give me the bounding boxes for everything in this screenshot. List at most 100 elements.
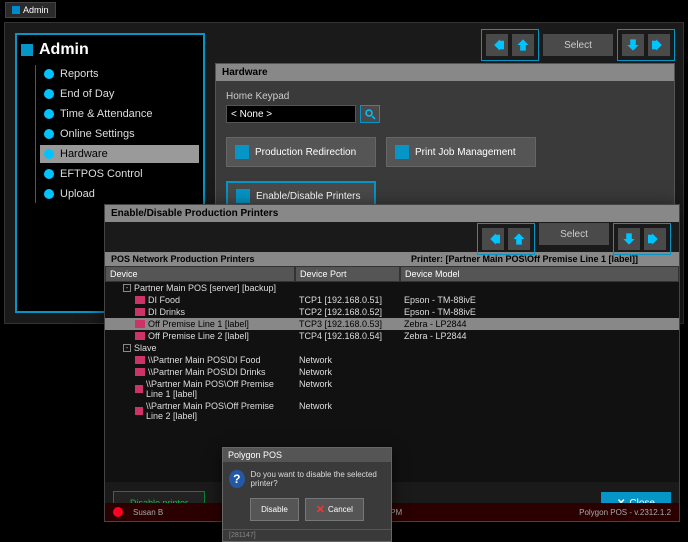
table-row[interactable]: \\Partner Main POS\Off Premise Line 1 [l… (105, 378, 679, 400)
sidebar-item-label: Reports (60, 68, 99, 80)
sidebar-item-label: Upload (60, 188, 95, 200)
expand-icon[interactable]: - (123, 344, 131, 352)
sidebar-item-reports[interactable]: Reports (40, 65, 199, 83)
grid-header: Device Device Port Device Model (105, 266, 679, 282)
nav-prev-button[interactable] (486, 34, 508, 56)
table-row[interactable]: -Partner Main POS [server] [backup] (105, 282, 679, 294)
confirm-text: Do you want to disable the selected prin… (251, 470, 385, 488)
home-keypad-label: Home Keypad (226, 91, 664, 102)
device-port: TCP3 [192.168.0.53] (295, 318, 400, 330)
status-version: Polygon POS - v.2312.1.2 (579, 508, 671, 517)
grid-body[interactable]: -Partner Main POS [server] [backup]DI Fo… (105, 282, 679, 482)
admin-root-icon (21, 44, 33, 56)
device-name: DI Drinks (148, 307, 185, 317)
device-model (400, 378, 679, 400)
device-port (295, 282, 400, 294)
question-icon: ? (229, 470, 245, 488)
production-redirection-card[interactable]: Production Redirection (226, 137, 376, 167)
col-port: Device Port (295, 266, 400, 282)
printer-node-icon (135, 356, 145, 364)
device-name: \\Partner Main POS\DI Drinks (148, 367, 266, 377)
confirm-cancel-button[interactable]: ✕Cancel (305, 498, 364, 521)
device-name: DI Food (148, 295, 180, 305)
printjob-icon (395, 145, 409, 159)
table-row[interactable]: \\Partner Main POS\DI DrinksNetwork (105, 366, 679, 378)
dlg-select-button[interactable]: Select (539, 223, 609, 245)
sidebar-item-hardware[interactable]: Hardware (40, 145, 199, 163)
device-name: Slave (134, 343, 157, 353)
device-model (400, 366, 679, 378)
device-port: TCP1 [192.168.0.51] (295, 294, 400, 306)
printers-dialog: Enable/Disable Production Printers Selec… (104, 204, 680, 522)
table-row[interactable]: \\Partner Main POS\Off Premise Line 2 [l… (105, 400, 679, 422)
col-model: Device Model (400, 266, 679, 282)
confirm-disable-label: Disable (261, 505, 288, 514)
confirm-disable-button[interactable]: Disable (250, 498, 299, 521)
device-model (400, 354, 679, 366)
home-keypad-input[interactable] (226, 105, 356, 123)
dlg-nav-prev-button[interactable] (482, 228, 504, 250)
redirect-icon (235, 145, 249, 159)
device-name: Off Premise Line 1 [label] (148, 319, 249, 329)
bullet-icon (44, 109, 54, 119)
sidebar-item-label: End of Day (60, 88, 114, 100)
bullet-icon (44, 89, 54, 99)
nav-down-button[interactable] (622, 34, 644, 56)
sidebar-item-time-attendance[interactable]: Time & Attendance (40, 105, 199, 123)
table-row[interactable]: DI Food TCP1 [192.168.0.51]Epson - TM-88i… (105, 294, 679, 306)
bullet-icon (44, 169, 54, 179)
table-row[interactable]: \\Partner Main POS\DI FoodNetwork (105, 354, 679, 366)
printer-node-icon (135, 320, 145, 328)
sidebar-item-label: Time & Attendance (60, 108, 153, 120)
sidebar-item-online-settings[interactable]: Online Settings (40, 125, 199, 143)
app-icon (12, 6, 20, 14)
sidebar-item-label: Online Settings (60, 128, 135, 140)
table-row[interactable]: Off Premise Line 1 [label] TCP3 [192.168.… (105, 318, 679, 330)
printer-node-icon (135, 332, 145, 340)
device-model: Epson - TM-88ivE (400, 294, 679, 306)
search-button[interactable] (360, 105, 380, 123)
dlg-nav-up-button[interactable] (508, 228, 530, 250)
card-label: Enable/Disable Printers (256, 191, 361, 202)
dialog-sub-right: Printer: [Partner Main POS\Off Premise L… (411, 254, 673, 264)
sidebar-item-label: EFTPOS Control (60, 168, 143, 180)
device-model: Epson - TM-88ivE (400, 306, 679, 318)
device-model (400, 400, 679, 422)
nav-next-button[interactable] (648, 34, 670, 56)
confirm-dialog: Polygon POS ? Do you want to disable the… (222, 447, 392, 542)
sidebar-item-end-of-day[interactable]: End of Day (40, 85, 199, 103)
device-name: \\Partner Main POS\Off Premise Line 1 [l… (146, 379, 291, 399)
printer-node-icon (135, 308, 145, 316)
confirm-title: Polygon POS (223, 448, 391, 462)
table-row[interactable]: DI DrinksTCP2 [192.168.0.52]Epson - TM-8… (105, 306, 679, 318)
device-name: Off Premise Line 2 [label] (148, 331, 249, 341)
dlg-nav-down-button[interactable] (618, 228, 640, 250)
printer-node-icon (135, 296, 145, 304)
cancel-x-icon: ✕ (316, 503, 325, 516)
device-port: Network (295, 400, 400, 422)
app-tab-label: Admin (23, 5, 49, 15)
printer-node-icon (135, 385, 143, 393)
sidebar-item-eftpos-control[interactable]: EFTPOS Control (40, 165, 199, 183)
device-name: \\Partner Main POS\DI Food (148, 355, 261, 365)
confirm-footer: [281147] (223, 529, 391, 541)
expand-icon[interactable]: - (123, 284, 131, 292)
dialog-sub-left: POS Network Production Printers (111, 254, 411, 264)
device-port (295, 342, 400, 354)
app-tab[interactable]: Admin (5, 2, 56, 18)
table-row[interactable]: -Slave (105, 342, 679, 354)
nav-up-button[interactable] (512, 34, 534, 56)
card-label: Production Redirection (255, 147, 356, 158)
device-port: TCP4 [192.168.0.54] (295, 330, 400, 342)
print-job-management-card[interactable]: Print Job Management (386, 137, 536, 167)
confirm-cancel-label: Cancel (328, 505, 353, 514)
select-button[interactable]: Select (543, 34, 613, 56)
sidebar-title: Admin (39, 41, 89, 59)
device-name: Partner Main POS [server] [backup] (134, 283, 276, 293)
device-port: Network (295, 378, 400, 400)
sidebar-item-upload[interactable]: Upload (40, 185, 199, 203)
printer-node-icon (135, 368, 145, 376)
table-row[interactable]: Off Premise Line 2 [label] TCP4 [192.168.… (105, 330, 679, 342)
printer-node-icon (135, 407, 143, 415)
dlg-nav-next-button[interactable] (644, 228, 666, 250)
